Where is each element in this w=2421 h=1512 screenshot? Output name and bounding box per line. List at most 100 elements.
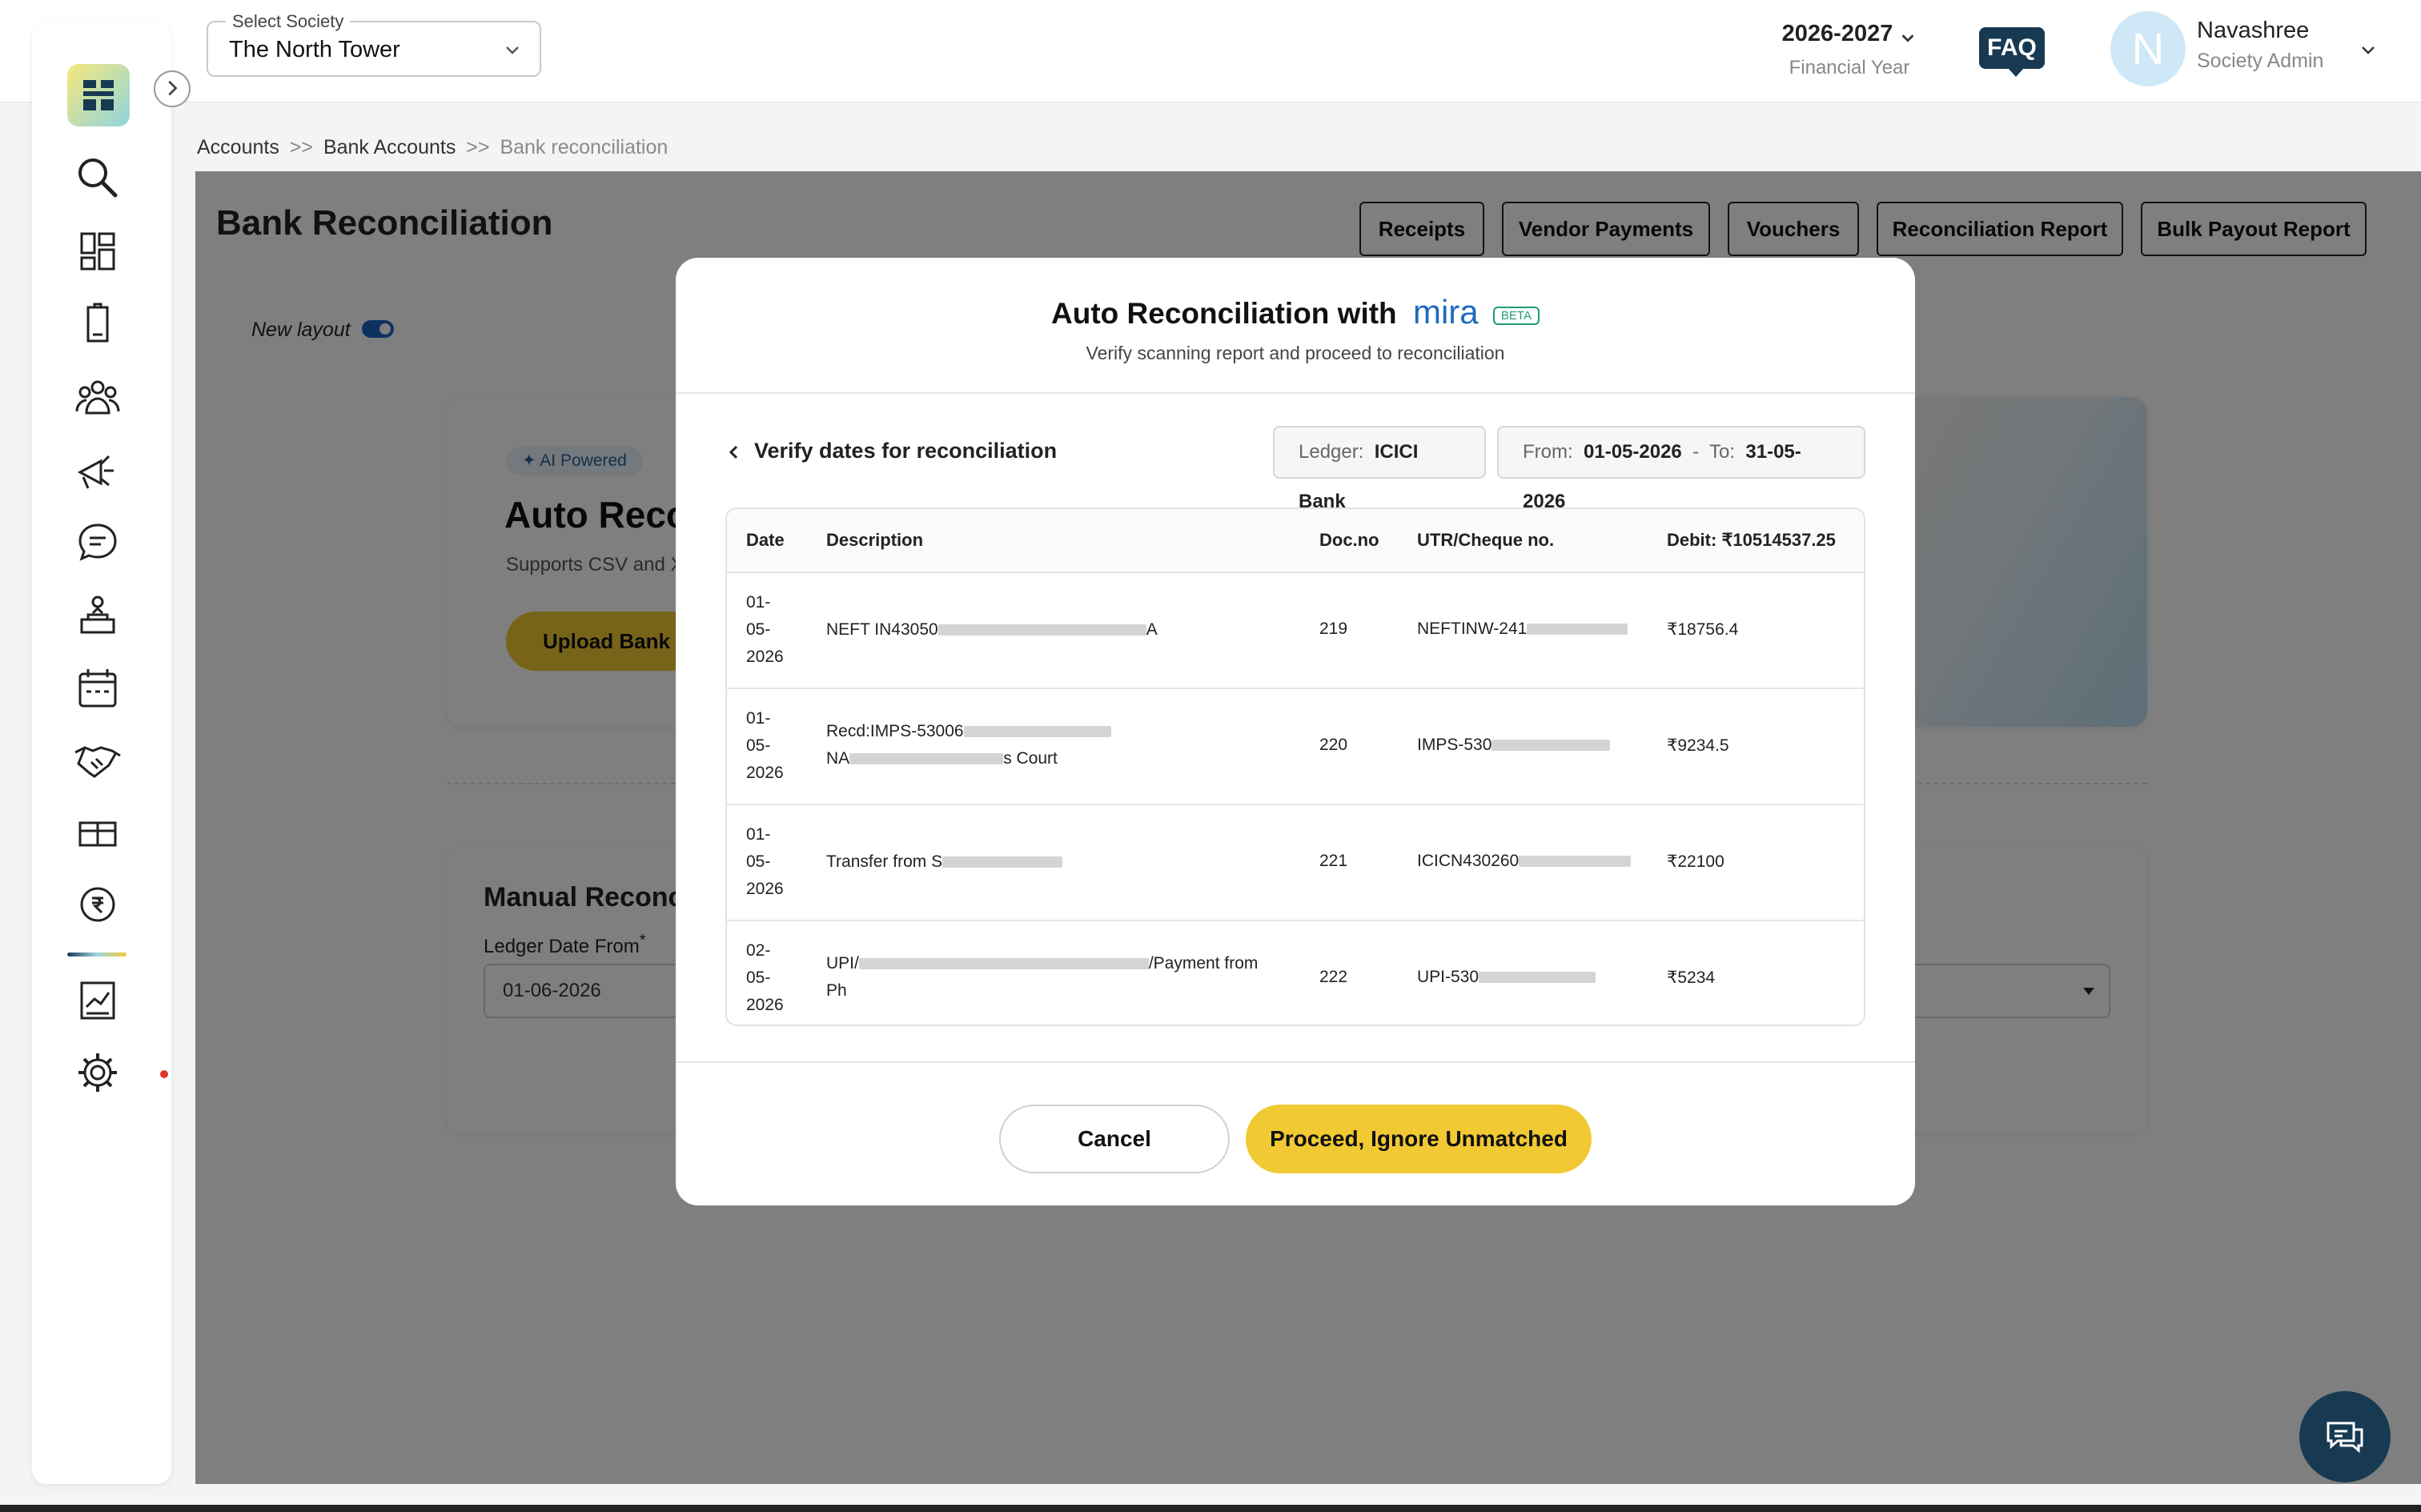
- back-button[interactable]: Verify dates for reconciliation: [725, 439, 1057, 463]
- redacted-text: [942, 856, 1063, 868]
- table-row[interactable]: 01- 05- 2026 NEFT IN43050 A 219 NEFTINW-2…: [727, 573, 1864, 689]
- sidebar-collapse-button[interactable]: [154, 70, 191, 107]
- table-header: Date Description Doc.no UTR/Cheque no. D…: [727, 509, 1864, 573]
- date-range-chip: From: 01-05-2026 - To: 31-05-2026: [1497, 426, 1865, 512]
- search-icon[interactable]: [69, 149, 126, 207]
- utr-cell: ICICN430260: [1417, 852, 1657, 871]
- table-row[interactable]: 01- 05- 2026 Recd:IMPS-53006 NA s Court 2…: [727, 689, 1864, 805]
- modal-subtitle: Verify scanning report and proceed to re…: [1086, 343, 1505, 363]
- date-part: 05-: [746, 969, 771, 987]
- mira-logo: mira: [1412, 293, 1479, 331]
- financial-year-selector[interactable]: 2026-2027 Financial Year: [1761, 21, 1937, 79]
- description-cell: Recd:IMPS-53006 NA s Court: [826, 718, 1275, 772]
- column-header-doc-no: Doc.no: [1319, 530, 1379, 550]
- from-value: 01-05-2026: [1584, 441, 1682, 463]
- avatar[interactable]: N: [2110, 11, 2186, 86]
- date-part: 01-: [746, 593, 771, 612]
- breadcrumb-separator: >>: [289, 136, 313, 158]
- utr-text: IMPS-530: [1417, 736, 1492, 754]
- breadcrumb: Accounts >> Bank Accounts >> Bank reconc…: [197, 136, 668, 159]
- table-row[interactable]: 01- 05- 2026 Transfer from S 221 ICICN43…: [727, 805, 1864, 921]
- table-row[interactable]: 02- 05- 2026 UPI/ /Payment from Ph 222 UP…: [727, 921, 1864, 1025]
- redacted-text: [1519, 856, 1632, 868]
- column-header-date: Date: [746, 530, 785, 550]
- transactions-table: Date Description Doc.no UTR/Cheque no. D…: [725, 507, 1865, 1026]
- reports-icon[interactable]: [69, 972, 126, 1029]
- modal-title-text: Auto Reconciliation with: [1051, 297, 1397, 330]
- members-icon[interactable]: [69, 368, 126, 426]
- description-text: UPI/: [826, 954, 859, 973]
- column-header-debit: Debit: ₹10514537.25: [1667, 530, 1836, 550]
- description-text: s Court: [1003, 749, 1058, 768]
- auto-reconciliation-modal: Auto Reconciliation with mira BETA Verif…: [676, 258, 1915, 1205]
- ledger-chip: Ledger: ICICI Bank: [1273, 426, 1486, 512]
- utr-cell: IMPS-530: [1417, 736, 1657, 755]
- debit-cell: ₹18756.4: [1667, 620, 1739, 639]
- breadcrumb-current: Bank reconciliation: [500, 136, 668, 158]
- active-nav-indicator: [67, 953, 126, 957]
- doc-no-cell: 220: [1319, 736, 1348, 754]
- financial-year-label: Financial Year: [1789, 57, 1910, 78]
- cancel-button[interactable]: Cancel: [999, 1105, 1230, 1173]
- calendar-icon[interactable]: [69, 660, 126, 717]
- column-header-description: Description: [826, 530, 924, 550]
- accounts-icon[interactable]: [69, 874, 126, 932]
- description-cell: NEFT IN43050 A: [826, 616, 1275, 644]
- app-root: Select Society The North Tower 2026-2027…: [0, 0, 2421, 1512]
- doc-no-cell: 222: [1319, 968, 1348, 986]
- beta-badge: BETA: [1492, 306, 1540, 325]
- description-text: Ph: [826, 981, 847, 1000]
- modal-title: Auto Reconciliation with mira BETA: [676, 293, 1915, 331]
- handshake-icon[interactable]: [69, 730, 126, 788]
- description-text: NA: [826, 749, 850, 768]
- breadcrumb-bank-accounts[interactable]: Bank Accounts: [323, 136, 456, 158]
- amenities-icon[interactable]: [69, 804, 126, 861]
- utr-cell: NEFTINW-241: [1417, 620, 1657, 639]
- debit-cell: ₹9234.5: [1667, 736, 1729, 755]
- date-part: 05-: [746, 620, 771, 639]
- date-cell: 01- 05- 2026: [746, 705, 794, 787]
- announcement-icon[interactable]: [69, 440, 126, 498]
- back-label: Verify dates for reconciliation: [754, 439, 1058, 463]
- society-select-value: The North Tower: [229, 37, 400, 62]
- proceed-ignore-unmatched-button[interactable]: Proceed, Ignore Unmatched: [1246, 1105, 1592, 1173]
- doc-no-cell: 221: [1319, 852, 1348, 870]
- chevron-right-icon: [168, 80, 178, 96]
- chat-support-button[interactable]: [2299, 1391, 2391, 1482]
- chat-bubble-icon: [2327, 1422, 2363, 1454]
- dashboard-icon[interactable]: [69, 223, 126, 280]
- financial-year-value: 2026-2027: [1781, 21, 1893, 46]
- date-part: 01-: [746, 709, 771, 728]
- building-icon[interactable]: [69, 295, 126, 352]
- date-cell: 01- 05- 2026: [746, 589, 794, 671]
- date-part: 2026: [746, 880, 784, 898]
- app-logo[interactable]: [67, 64, 130, 126]
- date-part: 05-: [746, 852, 771, 871]
- utr-text: ICICN430260: [1417, 852, 1520, 870]
- utr-text: NEFTINW-241: [1417, 620, 1528, 638]
- user-menu-chevron-icon[interactable]: [2359, 40, 2378, 59]
- date-part: 02-: [746, 941, 771, 960]
- date-part: 2026: [746, 764, 784, 782]
- description-text: A: [1146, 620, 1158, 639]
- settings-icon[interactable]: [69, 1044, 126, 1101]
- modal-header: Auto Reconciliation with mira BETA Verif…: [676, 258, 1915, 394]
- description-text: /Payment from: [1148, 954, 1259, 973]
- chevron-down-icon: [506, 46, 519, 54]
- breadcrumb-accounts[interactable]: Accounts: [197, 136, 279, 158]
- faq-button[interactable]: FAQ: [1979, 27, 2045, 77]
- chat-icon[interactable]: [69, 514, 126, 572]
- debit-cell: ₹22100: [1667, 852, 1724, 871]
- breadcrumb-separator: >>: [466, 136, 490, 158]
- helpdesk-icon[interactable]: [69, 586, 126, 644]
- redacted-text: [858, 958, 1149, 970]
- notification-dot: [160, 1070, 168, 1078]
- user-role: Society Admin: [2197, 50, 2324, 72]
- society-select[interactable]: Select Society The North Tower: [207, 11, 541, 77]
- redacted-text: [1492, 740, 1611, 752]
- society-select-label: Select Society: [226, 11, 351, 32]
- range-separator: -: [1692, 441, 1700, 463]
- top-header: Select Society The North Tower 2026-2027…: [0, 0, 2421, 102]
- logo-icon: [83, 80, 114, 110]
- date-cell: 01- 05- 2026: [746, 821, 794, 903]
